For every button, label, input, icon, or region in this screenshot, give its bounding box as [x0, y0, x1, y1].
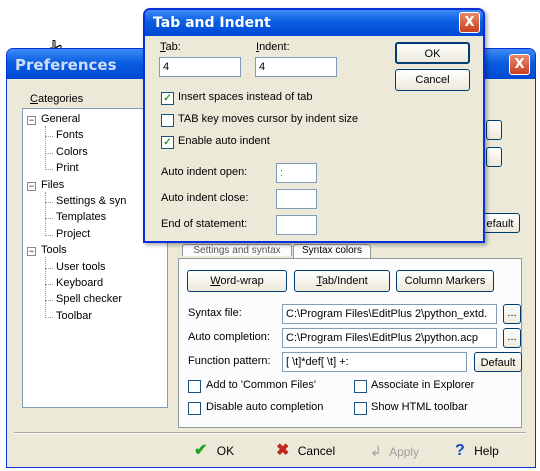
auto-indent-close-label: Auto indent close:	[161, 192, 249, 204]
disable-auto-completion-checkbox[interactable]	[188, 402, 201, 415]
word-wrap-button[interactable]: Word-wrap	[187, 270, 287, 292]
column-markers-button[interactable]: Column Markers	[396, 270, 494, 292]
auto-indent-close-input[interactable]	[276, 189, 317, 209]
show-html-toolbar-checkbox[interactable]	[354, 402, 367, 415]
categories-label: Categories	[30, 93, 84, 105]
tab-label-rest: ab:	[165, 41, 181, 53]
tree-connector	[45, 202, 53, 203]
insert-spaces-label: Insert spaces instead of tab	[178, 91, 313, 103]
partial-button-2[interactable]	[486, 147, 502, 167]
apply-arrow-icon: ↲	[370, 443, 382, 459]
tab-indent-title: Tab and Indent	[153, 15, 271, 31]
add-common-files-label: Add to 'Common Files'	[206, 379, 316, 391]
tree-connector	[45, 300, 53, 302]
tree-item-label: Files	[41, 178, 65, 191]
partial-button-1[interactable]	[486, 120, 502, 140]
tree-connector	[45, 284, 53, 285]
tree-item-label: Keyboard	[56, 277, 104, 289]
tree-connector	[45, 257, 46, 318]
tab-indent-cancel-button[interactable]: Cancel	[395, 69, 470, 91]
add-common-files-checkbox[interactable]	[188, 380, 201, 393]
tree-connector	[45, 267, 53, 269]
help-question-icon: ?	[455, 442, 465, 459]
associate-explorer-checkbox[interactable]	[354, 380, 367, 393]
indent-size-input[interactable]: 4	[255, 57, 337, 77]
tree-connector	[45, 218, 53, 220]
close-icon: X	[514, 57, 525, 72]
cancel-button[interactable]: ✖ Cancel	[276, 440, 346, 462]
tree-item-label: User tools	[56, 260, 106, 273]
tree-connector	[45, 316, 53, 318]
close-icon: X	[464, 15, 475, 30]
tree-item-label: Toolbar	[56, 309, 93, 322]
word-wrap-rest: ord-wrap	[220, 275, 264, 287]
tab-settings-and-syntax[interactable]: Settings and syntax	[182, 244, 292, 256]
tree-item-label: Project	[56, 227, 91, 240]
tree-connector	[45, 169, 53, 171]
insert-spaces-checkbox[interactable]: ✓	[161, 92, 174, 105]
tree-connector	[45, 191, 46, 236]
tree-connector	[45, 126, 46, 171]
help-button[interactable]: ? Help	[455, 440, 509, 462]
syntax-file-label: Syntax file:	[188, 307, 242, 319]
tab-key-moves-label: TAB key moves cursor by indent size	[178, 113, 359, 125]
syntax-file-browse-button[interactable]: ...	[503, 304, 521, 324]
auto-indent-open-label: Auto indent open:	[161, 166, 248, 178]
tree-item-label: Tools	[41, 244, 67, 257]
function-pattern-label: Function pattern:	[188, 355, 271, 367]
default-button-top[interactable]: efault	[480, 213, 520, 233]
tree-item-label: Colors	[56, 145, 88, 158]
tree-connector	[45, 136, 53, 138]
tab-label: Tab:	[160, 41, 181, 53]
checkmark-icon: ✔	[194, 442, 208, 459]
tab-syntax-colors[interactable]: Syntax colors	[293, 244, 371, 258]
tab-indent-button[interactable]: Tab/Indent	[294, 270, 390, 292]
tree-item-label: Settings & syn	[56, 195, 127, 207]
syntax-file-input[interactable]: C:\Program Files\EditPlus 2\python_extd.	[282, 304, 497, 324]
cancel-label: Cancel	[297, 444, 336, 458]
tree-item-label: Templates	[56, 211, 107, 224]
tree-item-label: Print	[56, 162, 79, 175]
tab-key-moves-checkbox[interactable]	[161, 114, 174, 127]
tree-connector	[45, 234, 53, 236]
enable-auto-indent-label: Enable auto indent	[178, 135, 270, 147]
function-pattern-default-button[interactable]: Default	[474, 352, 522, 372]
cancel-x-icon: ✖	[276, 442, 290, 459]
auto-indent-open-input[interactable]: :	[276, 163, 317, 183]
end-of-statement-label: End of statement:	[161, 218, 248, 230]
tree-item-label: Fonts	[56, 129, 84, 142]
apply-button[interactable]: ↲ Apply	[370, 440, 428, 462]
tab-size-input[interactable]: 4	[159, 57, 241, 77]
apply-label: Apply	[389, 445, 420, 459]
show-html-toolbar-label: Show HTML toolbar	[371, 401, 468, 413]
tree-item-label: General	[41, 113, 81, 125]
tree-connector	[45, 152, 53, 154]
disable-auto-completion-label: Disable auto completion	[206, 401, 324, 413]
end-of-statement-input[interactable]	[276, 215, 317, 235]
indent-label-rest: ndent:	[259, 41, 290, 53]
indent-label: Indent:	[256, 41, 290, 53]
tree-collapse-icon[interactable]: −	[27, 181, 36, 191]
help-label: Help	[474, 444, 499, 458]
tab-indent-dialog: Tab and Indent X Tab: 4 Indent: 4 OK Can…	[143, 8, 485, 243]
tab-indent-ok-button[interactable]: OK	[395, 42, 470, 64]
auto-completion-label: Auto completion:	[188, 331, 270, 343]
tab-indent-close-button[interactable]: X	[459, 12, 480, 33]
tab-indent-rest: ab/Indent	[321, 275, 368, 287]
associate-explorer-label: Associate in Explorer	[371, 379, 475, 391]
enable-auto-indent-checkbox[interactable]: ✓	[161, 136, 174, 149]
categories-label-rest: ategories	[37, 93, 84, 105]
function-pattern-input[interactable]: [ \t]*def[ \t] +:	[282, 352, 467, 372]
preferences-title: Preferences	[15, 56, 117, 74]
ok-label: OK	[216, 444, 235, 458]
tree-collapse-icon[interactable]: −	[27, 247, 36, 257]
preferences-close-button[interactable]: X	[509, 54, 530, 75]
tab-indent-title-bar: Tab and Indent X	[145, 10, 483, 36]
tree-collapse-icon[interactable]: −	[27, 116, 36, 125]
tree-item-label: Spell checker	[56, 293, 123, 306]
footer-divider	[14, 432, 526, 434]
ok-button[interactable]: ✔ OK	[194, 440, 250, 462]
auto-completion-input[interactable]: C:\Program Files\EditPlus 2\python.acp	[282, 328, 497, 348]
auto-completion-browse-button[interactable]: ...	[503, 328, 521, 348]
